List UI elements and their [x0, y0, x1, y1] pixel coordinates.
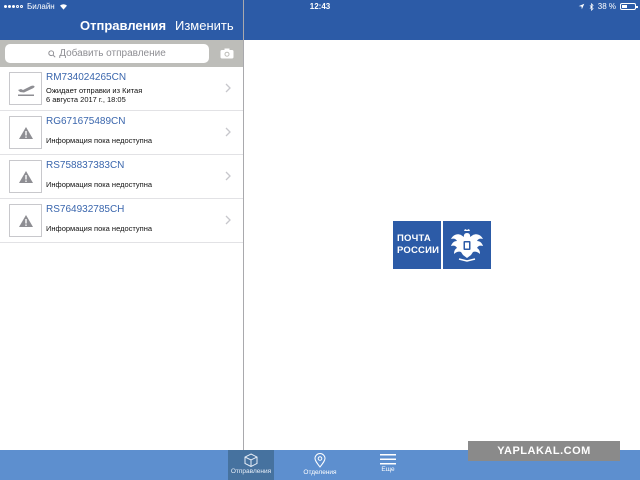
chevron-right-icon [225, 215, 231, 225]
shipment-row[interactable]: RM734024265CN Ожидает отправки из Китая … [0, 67, 243, 111]
tab-more[interactable]: Еще [365, 450, 411, 480]
warning-icon [18, 126, 33, 139]
logo-line-1: ПОЧТА [397, 233, 431, 244]
tracking-number: RS758837383CN [46, 160, 125, 171]
tab-shipments[interactable]: Отправления [228, 450, 274, 480]
shipment-status: Ожидает отправки из Китая [46, 86, 143, 95]
shipment-status: Информация пока недоступна [46, 180, 153, 189]
airplane-departure-icon [17, 85, 35, 96]
package-icon [244, 453, 258, 467]
add-shipment-search-field[interactable]: Добавить отправление [5, 44, 209, 63]
tracking-number: RM734024265CN [46, 72, 127, 83]
shipment-status: Информация пока недоступна [46, 136, 153, 145]
status-bar: Билайн 12:43 38 % [0, 0, 640, 13]
camera-icon[interactable] [220, 48, 234, 59]
tab-offices[interactable]: Отделения [297, 450, 343, 480]
status-right: 38 % [578, 0, 638, 13]
shipment-thumb [9, 204, 42, 237]
status-time: 12:43 [309, 2, 331, 11]
tab-label: Еще [381, 466, 395, 473]
chevron-right-icon [225, 83, 231, 93]
location-arrow-icon [578, 3, 585, 10]
shipment-row[interactable]: RG671675489CN Информация пока недоступна [0, 111, 243, 155]
logo-line-2: РОССИИ [397, 245, 440, 256]
edit-button[interactable]: Изменить [175, 18, 234, 33]
shipment-thumb [9, 116, 42, 149]
eagle-emblem-icon [443, 221, 491, 269]
shipment-row[interactable]: RS764932785CH Информация пока недоступна [0, 199, 243, 243]
search-placeholder: Добавить отправление [59, 48, 166, 59]
tab-label: Отделения [303, 469, 337, 476]
map-pin-icon [314, 453, 326, 468]
tracking-number: RG671675489CN [46, 116, 126, 127]
search-bar: Добавить отправление [0, 40, 243, 67]
warning-icon [18, 170, 33, 183]
battery-percent: 38 % [597, 2, 616, 11]
shipment-thumb [9, 160, 42, 193]
warning-icon [18, 214, 33, 227]
tracking-number: RS764932785CH [46, 204, 125, 215]
shipment-date: 6 августа 2017 г., 18:05 [46, 95, 126, 104]
nav-title: Отправления [80, 18, 167, 33]
shipment-thumb [9, 72, 42, 105]
bluetooth-icon [589, 2, 594, 11]
watermark: YAPLAKAL.COM [468, 441, 620, 461]
shipments-list: RM734024265CN Ожидает отправки из Китая … [0, 67, 243, 243]
chevron-right-icon [225, 171, 231, 181]
battery-icon [620, 3, 638, 10]
search-icon [48, 49, 56, 58]
tab-label: Отправления [230, 468, 272, 475]
shipment-row[interactable]: RS758837383CN Информация пока недоступна [0, 155, 243, 199]
shipment-status: Информация пока недоступна [46, 224, 153, 233]
chevron-right-icon [225, 127, 231, 137]
logo-wordmark: ПОЧТА РОССИИ [393, 221, 441, 269]
shipments-panel: Добавить отправление RM734024265CN Ожида… [0, 40, 243, 450]
menu-icon [380, 454, 396, 465]
pochta-rossii-logo: ПОЧТА РОССИИ [393, 221, 491, 269]
top-bar: Билайн 12:43 38 % Отправления Изменить [0, 0, 640, 40]
detail-pane: ПОЧТА РОССИИ [244, 40, 640, 450]
